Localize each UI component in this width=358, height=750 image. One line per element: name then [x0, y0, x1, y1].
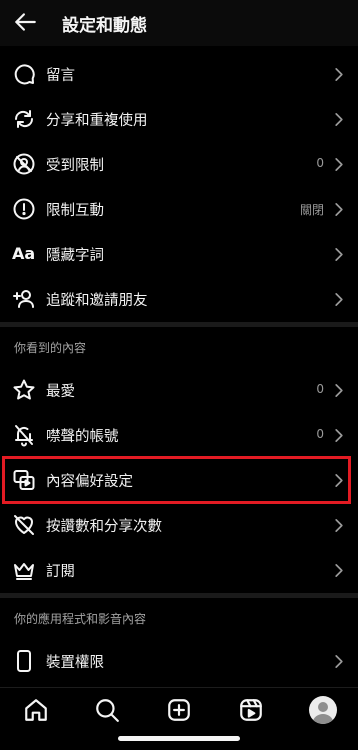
settings-item-muted-accounts[interactable]: 噤聲的帳號 0 — [0, 413, 358, 458]
alert-circle-icon — [13, 198, 35, 220]
settings-item-label: 訂閱 — [46, 564, 75, 580]
star-icon — [13, 379, 35, 400]
phone-icon — [17, 650, 31, 672]
settings-item-value: 0 — [316, 382, 324, 396]
settings-item-value: 0 — [316, 427, 324, 441]
settings-item-label: 分享和重複使用 — [46, 113, 148, 129]
settings-item-device-permissions[interactable]: 裝置權限 — [0, 639, 358, 684]
settings-item-label: 內容偏好設定 — [46, 474, 133, 490]
content-preferences-icon — [13, 470, 35, 490]
chevron-right-icon — [335, 564, 343, 577]
profile-avatar[interactable] — [309, 696, 337, 724]
restricted-icon — [13, 153, 35, 175]
page-title: 設定和動態 — [62, 16, 147, 36]
section-divider — [0, 593, 358, 598]
chevron-right-icon — [335, 158, 343, 171]
chevron-right-icon — [335, 384, 343, 397]
reuse-arrows-icon — [14, 110, 34, 128]
chevron-right-icon — [335, 68, 343, 81]
heart-off-icon — [14, 515, 34, 535]
settings-item-hidden-words[interactable]: Aa 隱藏字詞 — [0, 232, 358, 277]
settings-item-label: 留言 — [46, 68, 75, 84]
home-icon[interactable] — [23, 697, 49, 723]
bell-off-icon — [15, 425, 33, 447]
back-arrow-icon[interactable] — [12, 9, 38, 35]
settings-item-label: 最愛 — [46, 384, 75, 400]
settings-item-restricted[interactable]: 受到限制 0 — [0, 142, 358, 187]
settings-item-label: 受到限制 — [46, 158, 104, 174]
chevron-right-icon — [335, 474, 343, 487]
settings-item-sharing-reuse[interactable]: 分享和重複使用 — [0, 97, 358, 142]
search-icon[interactable] — [94, 697, 120, 723]
reels-icon[interactable] — [238, 697, 264, 723]
settings-item-label: 追蹤和邀請朋友 — [46, 293, 148, 309]
settings-item-label: 隱藏字詞 — [46, 248, 104, 264]
settings-item-limit-interactions[interactable]: 限制互動 關閉 — [0, 187, 358, 232]
chevron-right-icon — [335, 519, 343, 532]
chevron-right-icon — [335, 293, 343, 306]
settings-item-content-preferences[interactable]: 內容偏好設定 — [0, 458, 358, 503]
settings-item-favorites[interactable]: 最愛 0 — [0, 368, 358, 413]
comment-icon — [14, 64, 35, 85]
header-bar: 設定和動態 — [0, 0, 358, 46]
avatar-silhouette-icon — [312, 702, 334, 724]
settings-item-value: 關閉 — [299, 203, 324, 217]
settings-item-label: 限制互動 — [46, 203, 104, 219]
settings-item-value: 0 — [316, 156, 324, 170]
section-title-what-you-see: 你看到的內容 — [14, 341, 87, 355]
add-person-icon — [13, 290, 34, 308]
section-divider — [0, 322, 358, 327]
create-icon[interactable] — [166, 697, 192, 723]
settings-item-label: 按讚數和分享次數 — [46, 519, 162, 535]
settings-item-label: 噤聲的帳號 — [46, 429, 119, 445]
settings-item-comments[interactable]: 留言 — [0, 52, 358, 97]
crown-icon — [14, 563, 34, 580]
chevron-right-icon — [335, 429, 343, 442]
settings-item-label: 裝置權限 — [46, 655, 104, 671]
chevron-right-icon — [335, 113, 343, 126]
chevron-right-icon — [335, 655, 343, 668]
chevron-right-icon — [335, 203, 343, 216]
settings-item-subscriptions[interactable]: 訂閱 — [0, 548, 358, 593]
settings-item-follow-invite[interactable]: 追蹤和邀請朋友 — [0, 277, 358, 322]
chevron-right-icon — [335, 248, 343, 261]
section-title-apps-media: 你的應用程式和影音內容 — [14, 612, 147, 626]
home-indicator — [118, 736, 240, 741]
text-aa-icon: Aa — [12, 244, 36, 263]
settings-item-likes-shares[interactable]: 按讚數和分享次數 — [0, 503, 358, 548]
